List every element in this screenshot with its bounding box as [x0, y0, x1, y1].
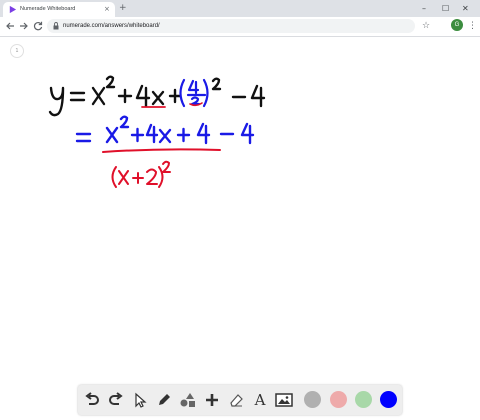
- eraser-icon[interactable]: [226, 390, 246, 410]
- equation-line-3: [111, 160, 171, 188]
- equation-line-2: [75, 115, 255, 145]
- add-icon[interactable]: [202, 390, 222, 410]
- shapes-icon[interactable]: [178, 390, 198, 410]
- color-pink-swatch[interactable]: [330, 391, 347, 408]
- color-blue-swatch[interactable]: [380, 391, 397, 408]
- redo-icon[interactable]: [106, 390, 126, 410]
- color-green-swatch[interactable]: [355, 391, 372, 408]
- pen-icon[interactable]: [154, 390, 174, 410]
- pointer-icon[interactable]: [130, 390, 150, 410]
- equation-line-1: [48, 75, 266, 117]
- color-gray-swatch[interactable]: [304, 391, 321, 408]
- drawing-toolbar: A: [78, 385, 402, 415]
- undo-icon[interactable]: [82, 390, 102, 410]
- image-icon[interactable]: [274, 390, 294, 410]
- handwritten-math: [48, 75, 266, 188]
- text-icon[interactable]: A: [250, 390, 270, 410]
